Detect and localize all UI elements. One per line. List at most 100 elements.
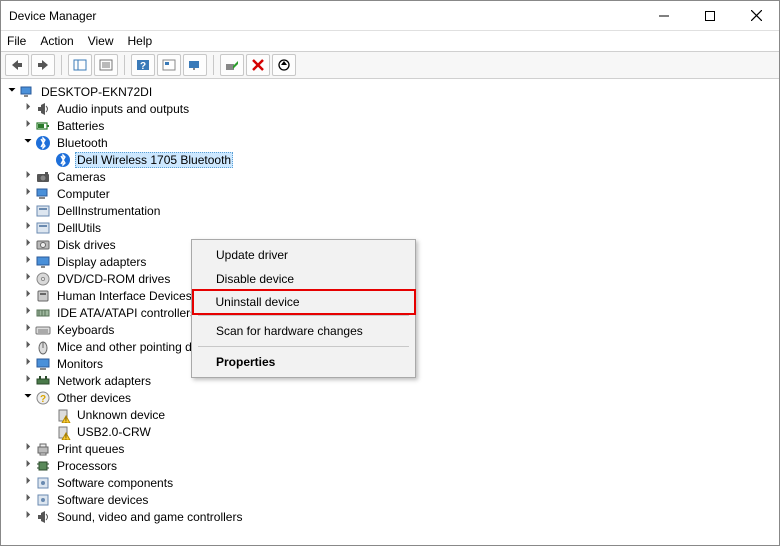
tree-category[interactable]: ⏵ Software components [3, 474, 779, 491]
tree-category[interactable]: ⏵ DellInstrumentation [3, 202, 779, 219]
warn-icon: ! [55, 424, 71, 440]
ctx-separator [198, 315, 409, 316]
expand-arrow-icon[interactable]: ⏵ [21, 187, 35, 198]
expand-arrow-icon[interactable]: ⏵ [21, 170, 35, 181]
collapse-arrow-icon[interactable]: ⏷ [21, 136, 35, 147]
display-icon [35, 254, 51, 270]
hid-icon [35, 288, 51, 304]
expand-arrow-icon[interactable]: ⏵ [21, 221, 35, 232]
ide-icon [35, 305, 51, 321]
enable-device-button[interactable] [220, 54, 244, 76]
ctx-uninstall-device[interactable]: Uninstall device [192, 289, 416, 315]
tree-category[interactable]: ⏷Bluetooth [3, 134, 779, 151]
expand-arrow-icon[interactable]: ⏵ [21, 272, 35, 283]
show-hide-tree-button[interactable] [68, 54, 92, 76]
expand-arrow-icon[interactable]: ⏵ [21, 510, 35, 521]
tree-category[interactable]: ⏵Processors [3, 457, 779, 474]
generic-icon [35, 220, 51, 236]
ctx-update-driver[interactable]: Update driver [194, 243, 413, 267]
menu-bar: File Action View Help [1, 31, 779, 51]
expand-arrow-icon[interactable]: ⏵ [21, 119, 35, 130]
client-area: ⏷ DESKTOP-EKN72DI⏵Audio inputs and output… [1, 79, 779, 547]
tree-category[interactable]: ⏵ Software devices [3, 491, 779, 508]
expand-arrow-icon[interactable]: ⏵ [21, 340, 35, 351]
expand-arrow-icon[interactable]: ⏵ [21, 238, 35, 249]
tree-node-label: Software components [55, 476, 175, 490]
expand-arrow-icon[interactable]: ⏵ [21, 323, 35, 334]
ctx-separator [198, 346, 409, 347]
ctx-scan-hardware[interactable]: Scan for hardware changes [194, 319, 413, 343]
maximize-button[interactable] [687, 1, 733, 31]
back-button[interactable] [5, 54, 29, 76]
tree-node-label: Dell Wireless 1705 Bluetooth [75, 152, 233, 168]
expand-arrow-icon[interactable]: ⏵ [21, 442, 35, 453]
tree-node-label: DVD/CD-ROM drives [55, 272, 172, 286]
menu-action[interactable]: Action [40, 34, 73, 48]
menu-view[interactable]: View [88, 34, 114, 48]
toolbar-separator [124, 55, 125, 75]
tree-node-label: DellInstrumentation [55, 204, 162, 218]
pc-icon [19, 84, 35, 100]
tree-node-label: Computer [55, 187, 112, 201]
dvd-icon [35, 271, 51, 287]
tree-node-label: Print queues [55, 442, 126, 456]
tree-node-label: Unknown device [75, 408, 167, 422]
help-button[interactable]: ? [131, 54, 155, 76]
tree-device[interactable]: ! Unknown device [3, 406, 779, 423]
tree-node-label: Sound, video and game controllers [55, 510, 244, 524]
menu-help[interactable]: Help [128, 34, 153, 48]
toolbar-separator [61, 55, 62, 75]
menu-file[interactable]: File [7, 34, 26, 48]
expand-arrow-icon[interactable]: ⏵ [21, 306, 35, 317]
collapse-arrow-icon[interactable]: ⏷ [21, 391, 35, 402]
tree-node-label: Disk drives [55, 238, 118, 252]
expand-arrow-icon[interactable]: ⏵ [21, 374, 35, 385]
tree-category[interactable]: ⏵Cameras [3, 168, 779, 185]
expand-arrow-icon[interactable]: ⏵ [21, 459, 35, 470]
uninstall-device-button[interactable] [246, 54, 270, 76]
keyboard-icon [35, 322, 51, 338]
tree-node-label: Other devices [55, 391, 133, 405]
tree-node-label: Software devices [55, 493, 150, 507]
tree-category[interactable]: ⏵ Computer [3, 185, 779, 202]
forward-button[interactable] [31, 54, 55, 76]
camera-icon [35, 169, 51, 185]
svg-text:!: ! [65, 434, 67, 440]
tree-node-label: DellUtils [55, 221, 103, 235]
tree-device[interactable]: !USB2.0-CRW [3, 423, 779, 440]
expand-arrow-icon[interactable]: ⏵ [21, 493, 35, 504]
tree-category[interactable]: ⏵Audio inputs and outputs [3, 100, 779, 117]
ctx-disable-device[interactable]: Disable device [194, 267, 413, 291]
tree-category[interactable]: ⏵ Sound, video and game controllers [3, 508, 779, 525]
tree-node-label: Keyboards [55, 323, 116, 337]
close-button[interactable] [733, 1, 779, 31]
tree-node-label: DESKTOP-EKN72DI [39, 85, 154, 99]
tree-node-label: Monitors [55, 357, 105, 371]
minimize-button[interactable] [641, 1, 687, 31]
tree-category[interactable]: ⏷?Other devices [3, 389, 779, 406]
tree-category[interactable]: ⏵ Print queues [3, 440, 779, 457]
tree-device[interactable]: Dell Wireless 1705 Bluetooth [3, 151, 779, 168]
ctx-properties[interactable]: Properties [194, 350, 413, 374]
tree-category[interactable]: ⏵Batteries [3, 117, 779, 134]
battery-icon [35, 118, 51, 134]
monitor-icon [35, 356, 51, 372]
expand-arrow-icon[interactable]: ⏵ [21, 204, 35, 215]
tree-root[interactable]: ⏷ DESKTOP-EKN72DI [3, 83, 779, 100]
expand-arrow-icon[interactable]: ⏵ [21, 476, 35, 487]
action-icon-button[interactable] [157, 54, 181, 76]
tree-category[interactable]: ⏵ DellUtils [3, 219, 779, 236]
scan-hardware-button[interactable] [183, 54, 207, 76]
update-driver-button[interactable] [272, 54, 296, 76]
expand-arrow-icon[interactable]: ⏵ [21, 102, 35, 113]
properties-button[interactable] [94, 54, 118, 76]
expand-arrow-icon[interactable]: ⏵ [21, 255, 35, 266]
expand-arrow-icon[interactable]: ⏵ [21, 289, 35, 300]
collapse-arrow-icon[interactable]: ⏷ [5, 85, 19, 96]
title-bar: Device Manager [1, 1, 779, 31]
toolbar: ? [1, 51, 779, 79]
expand-arrow-icon[interactable]: ⏵ [21, 357, 35, 368]
cpu-icon [35, 458, 51, 474]
audio-icon [35, 509, 51, 525]
svg-text:!: ! [65, 417, 67, 423]
